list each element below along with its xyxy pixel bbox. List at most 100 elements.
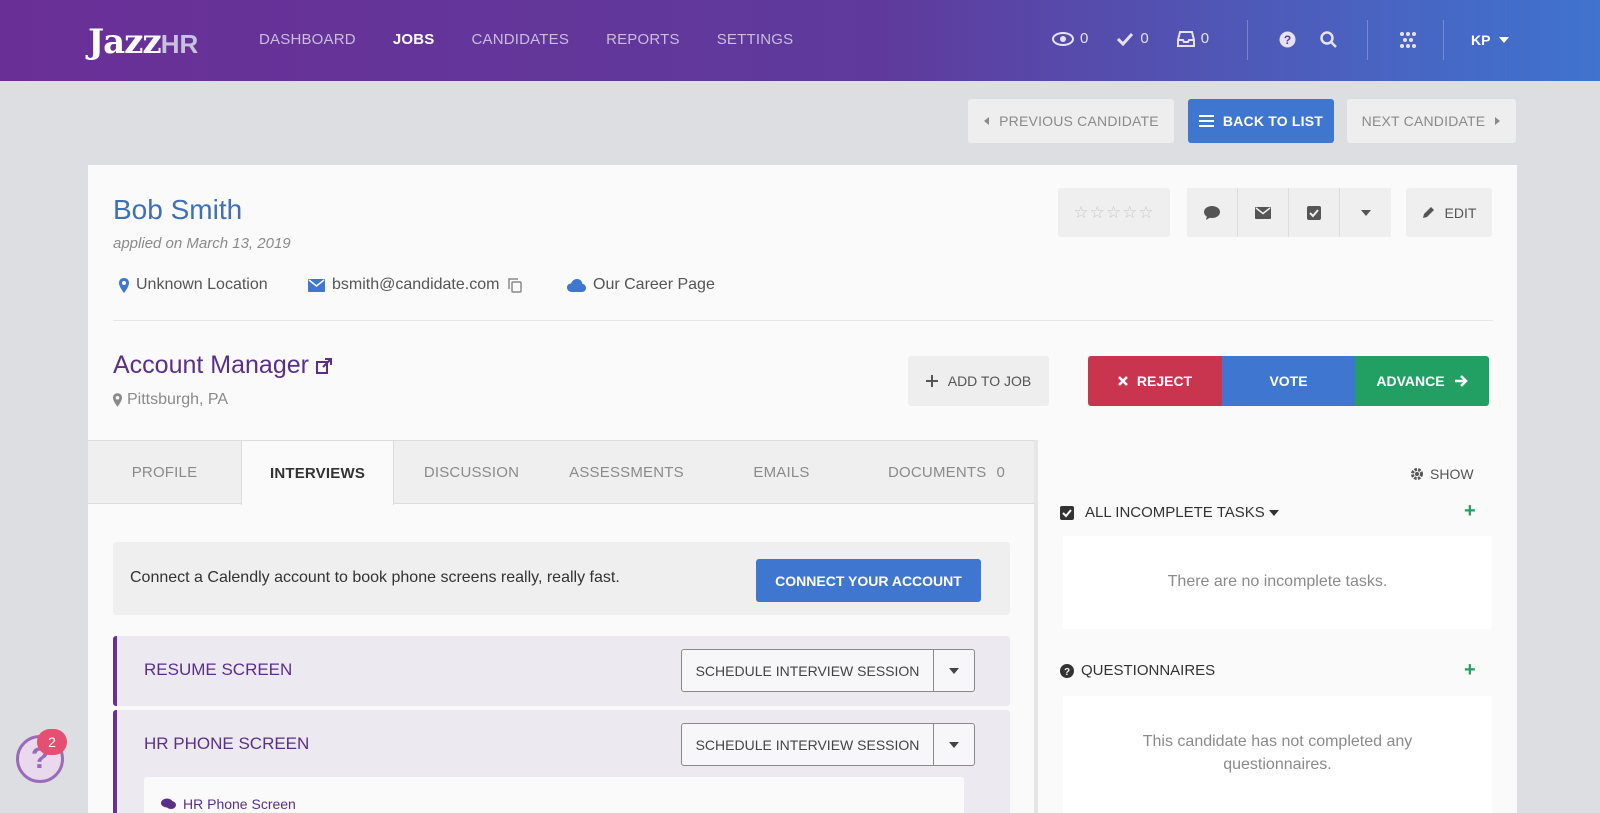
task-button[interactable] xyxy=(1289,188,1340,237)
advance-button[interactable]: ADVANCE xyxy=(1355,356,1489,406)
previous-candidate-button[interactable]: PREVIOUS CANDIDATE xyxy=(968,99,1174,143)
caret-down-icon xyxy=(949,667,959,674)
tasks-header[interactable]: ALL INCOMPLETE TASKS xyxy=(1060,504,1279,521)
map-pin-icon xyxy=(119,277,129,293)
svg-text:?: ? xyxy=(1284,33,1291,47)
job-location: Pittsburgh, PA xyxy=(113,391,228,409)
nav-candidates[interactable]: CANDIDATES xyxy=(471,31,569,48)
nav-jobs[interactable]: JOBS xyxy=(393,31,435,48)
edit-label: EDIT xyxy=(1444,204,1477,221)
nav-settings[interactable]: SETTINGS xyxy=(717,31,794,48)
connect-account-button[interactable]: CONNECT YOUR ACCOUNT xyxy=(756,559,981,602)
section-divider xyxy=(113,320,1493,321)
tab-assessments[interactable]: ASSESSMENTS xyxy=(549,441,704,504)
tasks-empty-state: There are no incomplete tasks. xyxy=(1063,536,1492,629)
show-label: SHOW xyxy=(1430,466,1474,482)
help-circle-icon[interactable]: ? xyxy=(1279,31,1296,53)
schedule-interview-label: SCHEDULE INTERVIEW SESSION xyxy=(682,650,934,691)
job-location-text: Pittsburgh, PA xyxy=(127,391,229,408)
nav-dashboard[interactable]: DASHBOARD xyxy=(259,31,356,48)
interview-stage: HR PHONE SCREEN SCHEDULE INTERVIEW SESSI… xyxy=(113,710,1010,813)
tab-interviews[interactable]: INTERVIEWS xyxy=(241,441,394,505)
external-link-icon xyxy=(315,357,332,374)
star-rating[interactable]: ☆☆☆☆☆ xyxy=(1058,188,1170,237)
search-icon[interactable] xyxy=(1320,31,1337,53)
questionnaires-header: ? QUESTIONNAIRES xyxy=(1060,662,1215,679)
stage-title: HR PHONE SCREEN xyxy=(144,734,310,753)
advance-label: ADVANCE xyxy=(1376,373,1445,389)
top-nav-bar: JazzHR DASHBOARD JOBS CANDIDATES REPORTS… xyxy=(0,0,1600,81)
list-icon xyxy=(1198,115,1214,127)
checkbox-icon xyxy=(1060,505,1074,520)
tab-documents-label: DOCUMENTS xyxy=(887,464,987,481)
gear-icon xyxy=(1411,468,1423,480)
show-settings-button[interactable]: SHOW xyxy=(1410,466,1474,482)
questionnaires-empty-state: This candidate has not completed any que… xyxy=(1063,696,1492,813)
views-counter[interactable]: 0 xyxy=(1052,30,1088,47)
inbox-counter[interactable]: 0 xyxy=(1176,30,1209,47)
add-questionnaire-button[interactable]: + xyxy=(1464,659,1476,682)
candidate-tabs: PROFILE INTERVIEWS DISCUSSION ASSESSMENT… xyxy=(88,440,1034,505)
schedule-interview-button[interactable]: SCHEDULE INTERVIEW SESSION xyxy=(681,649,975,692)
tab-emails[interactable]: EMAILS xyxy=(704,441,859,504)
previous-candidate-label: PREVIOUS CANDIDATE xyxy=(999,113,1159,129)
user-menu[interactable]: KP xyxy=(1471,32,1510,48)
back-to-list-button[interactable]: BACK TO LIST xyxy=(1188,99,1334,143)
tab-documents[interactable]: DOCUMENTS 0 xyxy=(859,441,1034,504)
question-circle-icon: ? xyxy=(1060,663,1074,678)
stage-title: RESUME SCREEN xyxy=(144,660,293,679)
pencil-icon xyxy=(1422,207,1434,218)
caret-down-icon xyxy=(1360,209,1371,216)
vote-button[interactable]: VOTE xyxy=(1222,356,1355,406)
tasks-counter[interactable]: 0 xyxy=(1116,30,1149,47)
map-pin-icon xyxy=(113,393,122,407)
email-button[interactable] xyxy=(1238,188,1289,237)
nav-reports[interactable]: REPORTS xyxy=(606,31,680,48)
next-candidate-button[interactable]: NEXT CANDIDATE xyxy=(1347,99,1516,143)
cloud-icon xyxy=(567,278,586,292)
jazzhr-logo[interactable]: JazzHR xyxy=(88,22,198,62)
header-counters: 0 0 0 xyxy=(1052,30,1237,47)
apps-grid-icon[interactable] xyxy=(1398,31,1418,54)
job-title[interactable]: Account Manager xyxy=(113,351,332,380)
tasks-count: 0 xyxy=(1140,30,1149,47)
candidate-source: Our Career Page xyxy=(567,276,715,294)
svg-text:?: ? xyxy=(1064,667,1070,678)
schedule-interview-button[interactable]: SCHEDULE INTERVIEW SESSION xyxy=(681,723,975,766)
caret-right-icon xyxy=(1495,117,1501,125)
tab-discussion[interactable]: DISCUSSION xyxy=(394,441,549,504)
tab-profile[interactable]: PROFILE xyxy=(88,441,241,504)
interview-session-card[interactable]: HR Phone Screen xyxy=(144,777,964,813)
schedule-dropdown-toggle[interactable] xyxy=(934,650,974,691)
questionnaires-header-label: QUESTIONNAIRES xyxy=(1081,662,1216,679)
comment-icon xyxy=(1204,205,1220,220)
add-to-job-button[interactable]: ADD TO JOB xyxy=(908,356,1049,406)
plus-icon xyxy=(925,375,938,387)
add-task-button[interactable]: + xyxy=(1464,500,1476,523)
vote-label: VOTE xyxy=(1269,373,1308,389)
location-label: Unknown Location xyxy=(136,276,268,293)
reject-button[interactable]: REJECT xyxy=(1088,356,1222,406)
add-to-job-label: ADD TO JOB xyxy=(947,373,1032,389)
caret-left-icon xyxy=(984,117,990,125)
candidate-name: Bob Smith xyxy=(113,194,243,225)
documents-count: 0 xyxy=(996,464,1005,481)
calendly-message: Connect a Calendly account to book phone… xyxy=(130,569,620,586)
back-to-list-label: BACK TO LIST xyxy=(1222,113,1324,129)
schedule-dropdown-toggle[interactable] xyxy=(934,724,974,765)
check-icon xyxy=(1117,32,1134,46)
source-label: Our Career Page xyxy=(593,276,715,293)
comments-icon xyxy=(161,798,176,809)
views-count: 0 xyxy=(1080,30,1089,47)
caret-down-icon xyxy=(949,741,959,748)
candidate-location: Unknown Location xyxy=(119,276,268,294)
email-link[interactable]: bsmith@candidate.com xyxy=(332,276,499,294)
more-actions-button[interactable] xyxy=(1340,188,1391,237)
comment-button[interactable] xyxy=(1187,188,1238,237)
inbox-icon xyxy=(1176,30,1195,47)
copy-icon[interactable] xyxy=(508,277,523,293)
notification-badge: 2 xyxy=(37,729,67,755)
checkbox-icon xyxy=(1307,205,1321,220)
candidate-card: Bob Smith applied on March 13, 2019 Unkn… xyxy=(88,165,1517,813)
edit-button[interactable]: EDIT xyxy=(1406,188,1492,237)
